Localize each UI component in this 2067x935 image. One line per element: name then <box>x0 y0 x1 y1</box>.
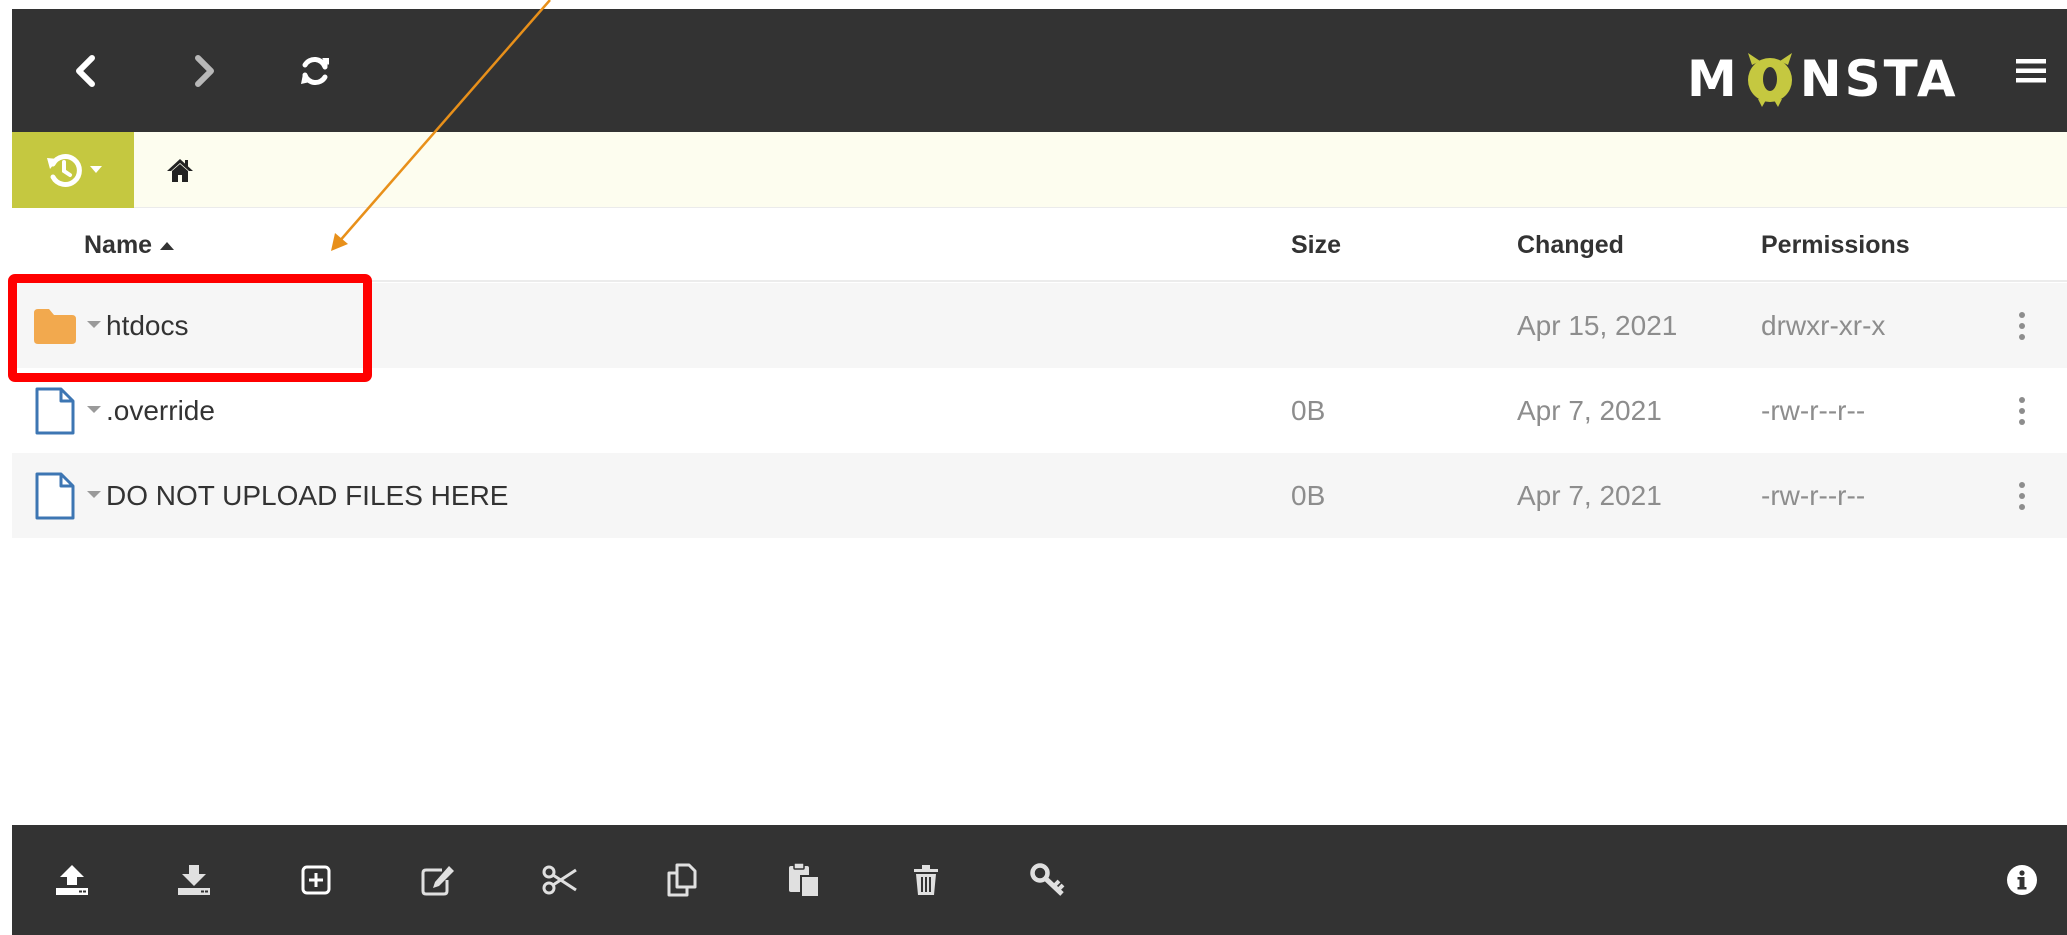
history-icon <box>47 154 82 187</box>
file-permissions: -rw-r--r-- <box>1761 395 1866 426</box>
delete-button[interactable] <box>891 825 961 935</box>
home-breadcrumb[interactable] <box>162 152 198 188</box>
file-size: 0B <box>1291 480 1326 511</box>
column-header-size[interactable]: Size <box>1291 210 1341 280</box>
upload-button[interactable] <box>37 825 107 935</box>
file-name[interactable]: htdocs <box>106 283 189 368</box>
new-item-button[interactable] <box>281 825 351 935</box>
column-header-name-label: Name <box>84 231 153 259</box>
history-dropdown-button[interactable] <box>12 132 134 208</box>
file-list: htdocs Apr 15, 2021 drwxr-xr-x .override… <box>12 283 2067 538</box>
forward-button[interactable] <box>154 9 254 132</box>
info-button[interactable] <box>1987 825 2057 935</box>
file-permissions: drwxr-xr-x <box>1761 310 1886 341</box>
table-row[interactable]: htdocs Apr 15, 2021 drwxr-xr-x <box>12 283 2067 368</box>
file-changed: Apr 7, 2021 <box>1517 395 1662 426</box>
paste-button[interactable] <box>769 825 839 935</box>
edit-button[interactable] <box>403 825 473 935</box>
row-actions-icon[interactable] <box>2014 312 2030 340</box>
folder-icon <box>32 283 78 368</box>
file-size: 0B <box>1291 395 1326 426</box>
logo-text-left: M <box>1687 50 1740 108</box>
monsta-logo: M NSTA <box>1687 51 1959 107</box>
delete-icon <box>914 865 938 895</box>
file-manager-app: M NSTA Name Size Changed Permissions htd… <box>0 0 2067 935</box>
file-name[interactable]: .override <box>106 368 215 453</box>
refresh-button[interactable] <box>265 9 365 132</box>
refresh-icon <box>301 56 329 85</box>
item-menu-caret-icon[interactable] <box>87 321 101 328</box>
info-icon <box>2007 865 2037 895</box>
paste-icon <box>789 862 820 898</box>
item-menu-caret-icon[interactable] <box>87 406 101 413</box>
home-icon <box>167 159 193 182</box>
file-icon <box>32 453 78 538</box>
file-table-header: Name Size Changed Permissions <box>12 210 2067 282</box>
permissions-key-icon <box>1030 863 1065 896</box>
edit-icon <box>421 866 454 896</box>
copy-icon <box>667 863 697 897</box>
item-menu-caret-icon[interactable] <box>87 491 101 498</box>
chevron-down-icon <box>90 166 102 173</box>
new-item-icon <box>301 865 331 895</box>
cut-icon <box>542 865 577 895</box>
logo-text-right: NSTA <box>1799 50 1959 108</box>
file-permissions: -rw-r--r-- <box>1761 480 1866 511</box>
column-header-permissions[interactable]: Permissions <box>1761 210 1910 280</box>
file-name[interactable]: DO NOT UPLOAD FILES HERE <box>106 453 508 538</box>
top-toolbar: M NSTA <box>12 9 2067 132</box>
sort-ascending-icon <box>160 242 175 251</box>
copy-button[interactable] <box>647 825 717 935</box>
back-button[interactable] <box>36 9 136 132</box>
main-menu-button[interactable] <box>1994 9 2067 132</box>
download-icon <box>178 865 210 895</box>
permissions-button[interactable] <box>1013 825 1083 935</box>
chevron-left-icon <box>76 54 95 87</box>
chevron-right-icon <box>195 54 214 87</box>
column-header-changed[interactable]: Changed <box>1517 210 1624 280</box>
download-button[interactable] <box>159 825 229 935</box>
file-changed: Apr 15, 2021 <box>1517 310 1678 341</box>
hamburger-menu-icon <box>2015 58 2046 82</box>
upload-icon <box>56 865 88 895</box>
breadcrumb-bar <box>12 132 2067 208</box>
bottom-toolbar <box>12 825 2067 935</box>
file-changed: Apr 7, 2021 <box>1517 480 1662 511</box>
cut-button[interactable] <box>525 825 595 935</box>
column-header-name[interactable]: Name <box>84 210 175 280</box>
monster-eye-logo-icon <box>1747 53 1792 107</box>
file-icon <box>32 368 78 453</box>
row-actions-icon[interactable] <box>2014 482 2030 510</box>
row-actions-icon[interactable] <box>2014 397 2030 425</box>
table-row[interactable]: .override 0B Apr 7, 2021 -rw-r--r-- <box>12 368 2067 453</box>
table-row[interactable]: DO NOT UPLOAD FILES HERE 0B Apr 7, 2021 … <box>12 453 2067 538</box>
